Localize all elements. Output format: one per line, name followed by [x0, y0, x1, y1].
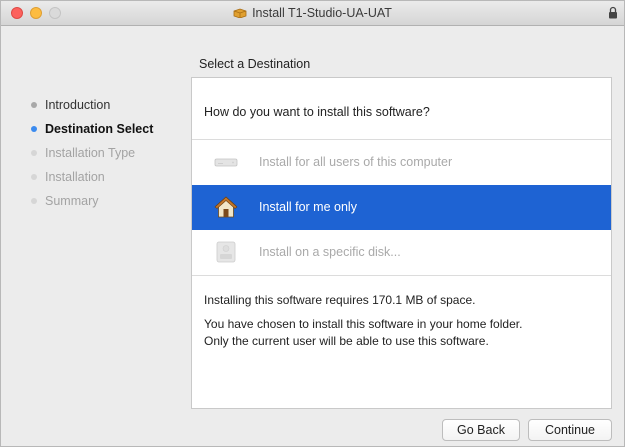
installer-window: Install T1-Studio-UA-UAT Select a Destin… — [0, 0, 625, 447]
option-label: Install for me only — [259, 200, 357, 214]
continue-button[interactable]: Continue — [528, 419, 612, 441]
step-label: Introduction — [45, 98, 111, 112]
installer-steps: Introduction Destination Select Installa… — [31, 98, 153, 218]
step-status-dot — [31, 102, 37, 108]
option-specific-disk: Install on a specific disk... — [192, 230, 611, 275]
step-installation: Installation — [31, 170, 153, 194]
window-title-container: Install T1-Studio-UA-UAT — [1, 1, 624, 25]
drive-icon — [214, 158, 238, 167]
step-status-dot — [31, 174, 37, 180]
step-label: Installation — [45, 170, 105, 184]
option-label: Install on a specific disk... — [259, 245, 401, 259]
step-label: Installation Type — [45, 146, 136, 160]
description-line-2: Only the current user will be able to us… — [204, 334, 489, 348]
option-label: Install for all users of this computer — [259, 155, 453, 169]
step-status-dot — [31, 150, 37, 156]
step-introduction: Introduction — [31, 98, 153, 122]
step-installation-type: Installation Type — [31, 146, 153, 170]
step-label: Summary — [45, 194, 99, 208]
step-status-dot — [31, 126, 37, 132]
option-all-users: Install for all users of this computer — [192, 140, 611, 185]
window-title: Install T1-Studio-UA-UAT — [252, 6, 392, 20]
option-me-only[interactable]: Install for me only — [192, 185, 611, 230]
step-heading: Select a Destination — [199, 57, 311, 71]
description-line-1: You have chosen to install this software… — [204, 317, 523, 331]
step-destination-select: Destination Select — [31, 122, 153, 146]
content-panel: How do you want to install this software… — [191, 77, 612, 409]
divider — [192, 275, 611, 276]
title-bar[interactable]: Install T1-Studio-UA-UAT — [1, 1, 624, 26]
install-question: How do you want to install this software… — [204, 105, 430, 119]
lock-icon[interactable] — [608, 6, 618, 19]
disk-icon — [216, 241, 236, 263]
step-summary: Summary — [31, 194, 153, 218]
home-icon — [214, 196, 238, 218]
package-icon — [233, 8, 247, 18]
go-back-button[interactable]: Go Back — [442, 419, 520, 441]
step-status-dot — [31, 198, 37, 204]
space-required-text: Installing this software requires 170.1 … — [204, 293, 476, 307]
step-label: Destination Select — [45, 122, 154, 136]
